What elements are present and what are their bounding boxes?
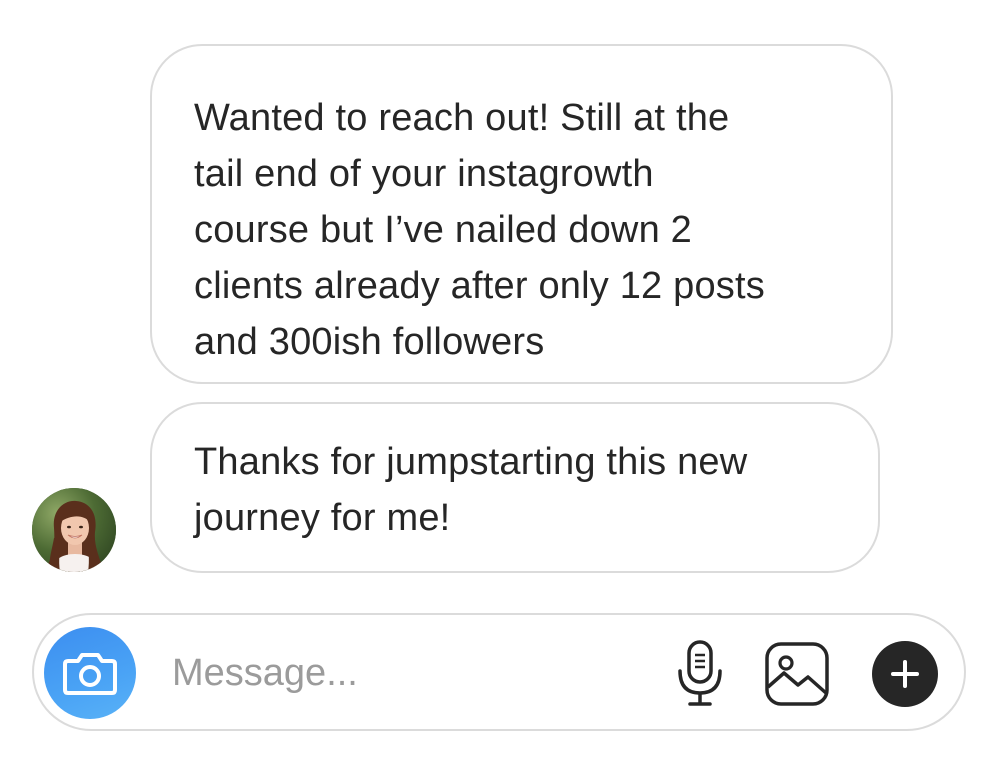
message-line: journey for me! — [194, 497, 451, 539]
message-line: Thanks for jumpstarting this new — [194, 441, 748, 483]
message-line: clients already after only 12 posts — [194, 265, 765, 307]
gallery-button[interactable] — [764, 641, 830, 707]
gallery-icon — [764, 641, 830, 707]
message-bubble[interactable]: Wanted to reach out! Still at the tail e… — [150, 44, 893, 384]
message-line: Wanted to reach out! Still at the — [194, 97, 730, 139]
camera-icon — [63, 651, 117, 695]
plus-icon — [888, 657, 922, 691]
camera-button[interactable] — [44, 627, 136, 719]
message-line: course but I’ve nailed down 2 — [194, 209, 693, 251]
microphone-icon — [670, 639, 730, 707]
microphone-button[interactable] — [670, 639, 730, 707]
message-line: tail end of your instagrowth — [194, 153, 654, 195]
message-line: and 300ish followers — [194, 321, 545, 363]
message-input[interactable] — [172, 643, 632, 703]
sender-avatar[interactable] — [32, 488, 116, 572]
avatar-image — [32, 488, 116, 572]
message-bubble[interactable]: Thanks for jumpstarting this new journey… — [150, 402, 880, 573]
add-button[interactable] — [872, 641, 938, 707]
message-composer — [32, 613, 966, 731]
